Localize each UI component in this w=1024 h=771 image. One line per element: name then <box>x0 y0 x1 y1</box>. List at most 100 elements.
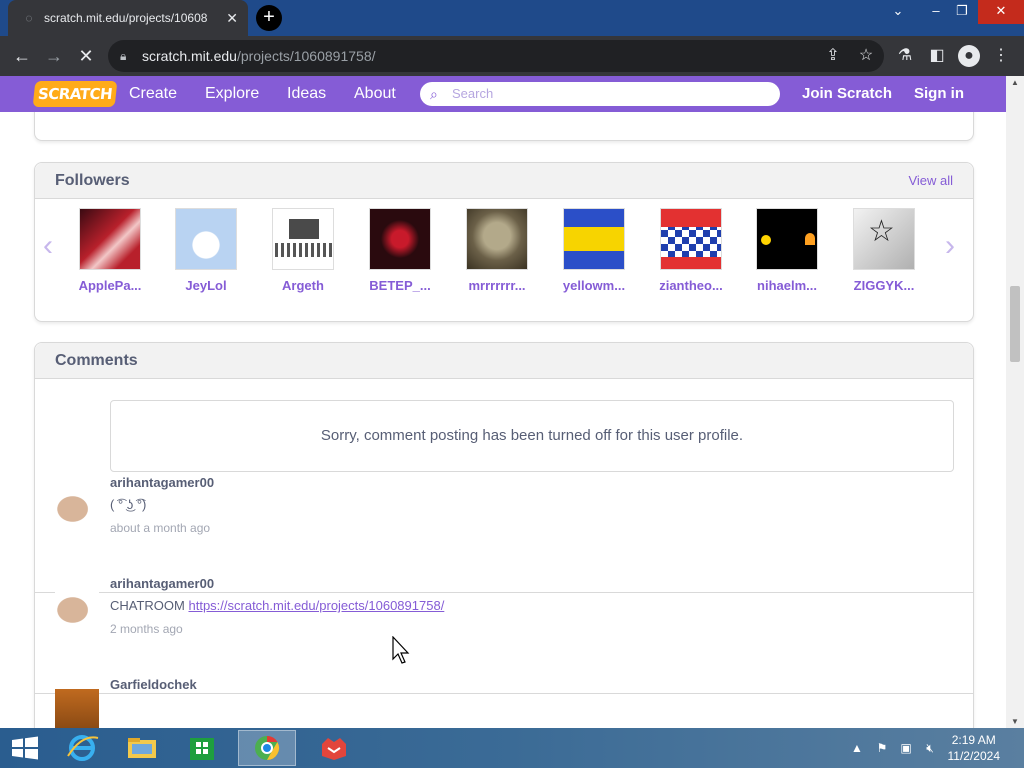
file-explorer-icon[interactable] <box>116 730 168 766</box>
clock-time: 2:19 AM <box>951 733 996 747</box>
windows-taskbar: ▲ ⚑ ▣ 🔇︎ 2:19 AM 11/2/2024 <box>0 728 1024 768</box>
follower-item[interactable]: BETEP_... <box>360 208 440 293</box>
clock-date: 11/2/2024 <box>947 749 1001 763</box>
comment-username[interactable]: arihantagamer00 <box>110 576 214 591</box>
comment-text: ( ͡° ͜ʖ ͡°) <box>110 497 147 512</box>
bookmark-star-icon[interactable]: ☆ <box>855 45 877 67</box>
windows-logo-icon <box>12 736 38 760</box>
nav-ideas[interactable]: Ideas <box>287 76 326 112</box>
follower-name: BETEP_... <box>369 278 431 293</box>
follower-item[interactable]: JeyLol <box>166 208 246 293</box>
stop-loading-icon[interactable]: ✕ <box>74 44 98 68</box>
followers-box: Followers View all ‹ › ApplePa... JeyLol… <box>34 162 974 322</box>
comment-avatar[interactable] <box>55 487 99 527</box>
nav-about[interactable]: About <box>354 76 396 112</box>
tab-close-icon[interactable]: ✕ <box>226 10 238 27</box>
follower-avatar: ☆ <box>853 208 915 270</box>
forward-icon[interactable]: → <box>42 44 66 68</box>
nav-explore[interactable]: Explore <box>205 76 259 112</box>
follower-item[interactable]: ApplePa... <box>70 208 150 293</box>
followers-title: Followers <box>55 172 130 189</box>
page-content: Followers View all ‹ › ApplePa... JeyLol… <box>0 112 1006 728</box>
scrollbar-thumb[interactable] <box>1010 286 1020 362</box>
page-scrollbar[interactable]: ▲ ▼ <box>1006 76 1024 728</box>
network-icon[interactable]: ▣ <box>896 728 916 768</box>
comment-username[interactable]: Garfieldochek <box>110 677 197 692</box>
volume-muted-icon[interactable]: 🔇︎ <box>920 728 940 768</box>
follower-name: ziantheo... <box>659 278 723 293</box>
follower-avatar <box>79 208 141 270</box>
scroll-up-icon[interactable]: ▲ <box>1006 78 1024 87</box>
argeth-logo-block <box>289 219 319 239</box>
comment-username[interactable]: arihantagamer00 <box>110 475 214 490</box>
follower-item[interactable]: mrrrrrrr... <box>457 208 537 293</box>
follower-item[interactable]: ☆ ZIGGYK... <box>844 208 924 293</box>
browser-tabstrip: ◌ scratch.mit.edu/projects/10608 ✕ + ⌄ –… <box>0 0 1024 36</box>
search-input[interactable]: ⌕ Search <box>420 82 780 106</box>
scratch-header: SCRATCH Create Explore Ideas About ⌕ Sea… <box>0 76 1006 112</box>
side-panel-icon[interactable]: ◧ <box>926 45 948 67</box>
follower-avatar <box>563 208 625 270</box>
close-window-button[interactable]: ✕ <box>978 0 1024 24</box>
tab-title: scratch.mit.edu/projects/10608 <box>44 11 208 25</box>
follower-avatar <box>660 208 722 270</box>
comments-header: Comments <box>35 343 973 379</box>
comment-avatar[interactable] <box>55 689 99 728</box>
carousel-left-icon[interactable]: ‹ <box>43 231 53 261</box>
browser-tab[interactable]: ◌ scratch.mit.edu/projects/10608 ✕ <box>8 0 248 36</box>
extensions-icon[interactable]: ⚗ <box>894 45 916 67</box>
address-bar[interactable]: 🔒︎ scratch.mit.edu/projects/1060891758/ <box>108 40 884 72</box>
restore-button[interactable]: ❐ <box>944 0 980 24</box>
follower-name: nihaelm... <box>757 278 817 293</box>
follower-item[interactable]: Argeth <box>263 208 343 293</box>
comment-item: arihantagamer00 ( ͡° ͜ʖ ͡°) about a mont… <box>35 475 973 575</box>
action-center-flag-icon[interactable]: ⚑ <box>872 728 892 768</box>
previous-section-box <box>34 112 974 141</box>
app-taskbar-icon[interactable] <box>308 730 360 766</box>
share-icon[interactable]: ⇪ <box>822 45 844 67</box>
follower-avatar <box>272 208 334 270</box>
join-scratch-link[interactable]: Join Scratch <box>802 76 892 112</box>
follower-avatar <box>466 208 528 270</box>
lock-icon: 🔒︎ <box>120 49 127 63</box>
sign-in-link[interactable]: Sign in <box>914 76 964 112</box>
comment-item: arihantagamer00 CHATROOM https://scratch… <box>35 576 973 676</box>
back-icon[interactable]: ← <box>10 44 34 68</box>
comment-item: Garfieldochek <box>35 677 973 728</box>
internet-explorer-icon[interactable] <box>56 730 108 766</box>
store-icon[interactable] <box>176 730 228 766</box>
menu-kebab-icon[interactable]: ⋮ <box>990 45 1012 67</box>
follower-name: ZIGGYK... <box>853 278 915 293</box>
follower-name: ApplePa... <box>78 278 142 293</box>
taskbar-clock[interactable]: 2:19 AM 11/2/2024 <box>948 732 1001 764</box>
comment-time: about a month ago <box>110 521 211 535</box>
comment-avatar[interactable] <box>55 588 99 628</box>
scratch-logo[interactable]: SCRATCH <box>32 81 118 107</box>
follower-avatar <box>756 208 818 270</box>
comments-title: Comments <box>55 352 138 369</box>
comments-box: Comments Sorry, comment posting has been… <box>34 342 974 728</box>
comment-text: CHATROOM https://scratch.mit.edu/project… <box>110 598 445 613</box>
comment-link[interactable]: https://scratch.mit.edu/projects/1060891… <box>188 598 444 613</box>
chrome-taskbar-icon[interactable] <box>238 730 296 766</box>
follower-name: Argeth <box>282 278 324 293</box>
start-button[interactable] <box>0 730 52 766</box>
browser-toolbar: ← → ✕ 🔒︎ scratch.mit.edu/projects/106089… <box>0 36 1024 76</box>
pacman-shape <box>761 235 771 245</box>
follower-item[interactable]: ziantheo... <box>651 208 731 293</box>
loading-icon: ◌ <box>25 11 33 25</box>
url-path: /projects/1060891758/ <box>236 48 376 64</box>
comments-disabled-notice: Sorry, comment posting has been turned o… <box>110 400 954 472</box>
carousel-right-icon[interactable]: › <box>945 231 955 261</box>
nav-create[interactable]: Create <box>129 76 177 112</box>
follower-item[interactable]: nihaelm... <box>747 208 827 293</box>
new-tab-button[interactable]: + <box>256 5 282 31</box>
search-placeholder: Search <box>452 86 494 101</box>
argeth-logo-text <box>275 243 333 257</box>
tray-expand-icon[interactable]: ▲ <box>850 728 864 768</box>
follower-item[interactable]: yellowm... <box>554 208 634 293</box>
scroll-down-icon[interactable]: ▼ <box>1006 717 1024 726</box>
tab-search-icon[interactable]: ⌄ <box>880 0 916 24</box>
profile-icon[interactable]: ● <box>958 45 980 67</box>
view-all-link[interactable]: View all <box>908 163 953 199</box>
